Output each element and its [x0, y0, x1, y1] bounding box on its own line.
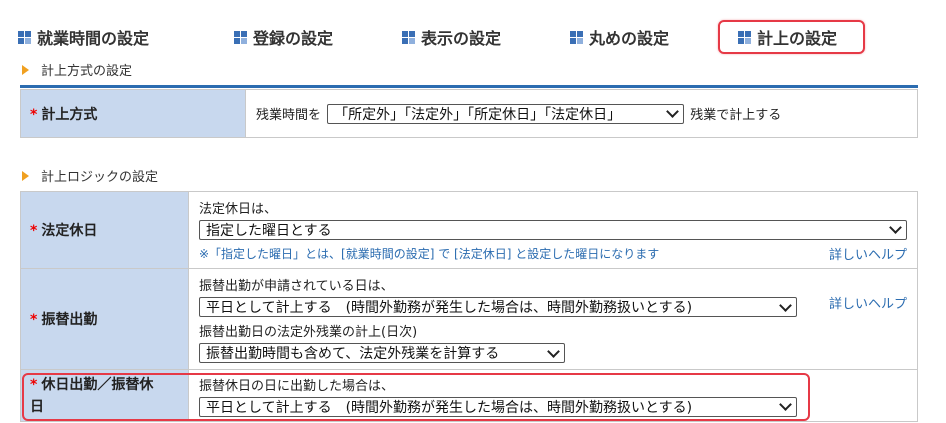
method-content-cell: 残業時間を 「所定外」「法定外」「所定休日」「法定休日」 残業で計上する	[245, 89, 918, 138]
substitute-work-select-value: 平日として計上する (時間外勤務が発生した場合は、時間外勤務扱いとする)	[206, 300, 693, 316]
section-title-text: 計上方式の設定	[41, 64, 133, 79]
logic-table: * 法定休日 法定休日は、 指定した曜日とする ※「指定した曜日」とは、[就業時間…	[20, 191, 918, 422]
method-row: * 計上方式 残業時間を 「所定外」「法定外」「所定休日」「法定休日」 残業で計上…	[20, 89, 918, 138]
tab-display[interactable]: 表示の設定	[402, 20, 501, 54]
substitute-overtime-select[interactable]: 振替出勤時間も含めて、法定外残業を計算する	[199, 343, 565, 363]
legal-holiday-select-value: 指定した曜日とする	[206, 222, 332, 239]
section-divider	[20, 85, 918, 88]
method-label: 計上方式	[41, 106, 98, 123]
substitute-work-content-cell: 振替出勤が申請されている日は、 平日として計上する (時間外勤務が発生した場合は…	[188, 268, 918, 370]
holiday-work-label-cell: * 休日出勤／振替休 日	[20, 369, 189, 422]
legal-holiday-desc: 法定休日は、	[199, 201, 278, 217]
tab-label: 表示の設定	[421, 29, 502, 48]
method-suffix-text: 残業で計上する	[690, 107, 782, 123]
chevron-down-icon	[889, 221, 902, 234]
legal-holiday-select[interactable]: 指定した曜日とする	[199, 219, 907, 240]
holiday-work-label-line2: 日	[30, 398, 44, 415]
bullet-triangle-icon	[22, 170, 29, 181]
required-asterisk: *	[30, 106, 38, 123]
tab-label: 登録の設定	[253, 29, 334, 48]
settings-tabs: 就業時間の設定 登録の設定 表示の設定 丸めの設定 計上の設定	[0, 0, 946, 54]
section-title-text: 計上ロジックの設定	[41, 170, 159, 185]
substitute-work-select[interactable]: 平日として計上する (時間外勤務が発生した場合は、時間外勤務扱いとする)	[199, 297, 797, 317]
chevron-down-icon	[666, 105, 680, 118]
substitute-work-desc2: 振替出勤日の法定外残業の計上(日次)	[199, 325, 418, 340]
tab-rounding[interactable]: 丸めの設定	[570, 20, 669, 54]
required-asterisk: *	[30, 312, 38, 328]
holiday-work-desc: 振替休日の日に出勤した場合は、	[199, 378, 395, 394]
chevron-down-icon	[547, 344, 560, 358]
holiday-work-content-cell: 振替休日の日に出勤した場合は、 平日として計上する (時間外勤務が発生した場合は…	[188, 369, 918, 422]
required-asterisk: *	[30, 223, 38, 239]
section-title-logic: 計上ロジックの設定	[22, 166, 158, 185]
substitute-work-desc1: 振替出勤が申請されている日は、	[199, 279, 394, 294]
grid-icon	[570, 30, 583, 44]
required-asterisk: *	[30, 376, 38, 393]
grid-icon	[738, 30, 751, 44]
legal-holiday-note: ※「指定した曜日」とは、[就業時間の設定] で [法定休日] と設定した曜日にな…	[199, 246, 660, 261]
substitute-work-row: * 振替出勤 振替出勤が申請されている日は、 平日として計上する (時間外勤務が発…	[20, 268, 918, 370]
substitute-work-label: 振替出勤	[41, 312, 98, 328]
substitute-overtime-select-value: 振替出勤時間も含めて、法定外残業を計算する	[206, 346, 500, 362]
substitute-work-label-cell: * 振替出勤	[20, 268, 189, 370]
method-select[interactable]: 「所定外」「法定外」「所定休日」「法定休日」	[327, 103, 685, 124]
chevron-down-icon	[779, 398, 792, 411]
tab-work-hours[interactable]: 就業時間の設定	[18, 20, 149, 54]
holiday-work-row: * 休日出勤／振替休 日 振替休日の日に出勤した場合は、 平日として計上する (時…	[20, 369, 918, 422]
grid-icon	[234, 30, 247, 44]
legal-holiday-help-link[interactable]: 詳しいヘルプ	[829, 244, 907, 263]
method-prefix-text: 残業時間を	[256, 107, 322, 123]
tab-label: 計上の設定	[757, 29, 838, 48]
tab-accounting[interactable]: 計上の設定	[718, 20, 866, 54]
grid-icon	[18, 30, 31, 44]
legal-holiday-row: * 法定休日 法定休日は、 指定した曜日とする ※「指定した曜日」とは、[就業時間…	[20, 191, 918, 269]
grid-icon	[402, 30, 415, 44]
legal-holiday-content-cell: 法定休日は、 指定した曜日とする ※「指定した曜日」とは、[就業時間の設定] で…	[188, 191, 918, 269]
holiday-work-label-line1: 休日出勤／振替休	[41, 376, 154, 393]
holiday-work-select[interactable]: 平日として計上する (時間外勤務が発生した場合は、時間外勤務扱いとする)	[199, 396, 797, 417]
legal-holiday-label-cell: * 法定休日	[20, 191, 189, 269]
method-table: * 計上方式 残業時間を 「所定外」「法定外」「所定休日」「法定休日」 残業で計上…	[20, 89, 918, 138]
bullet-triangle-icon	[22, 64, 29, 75]
holiday-work-select-value: 平日として計上する (時間外勤務が発生した場合は、時間外勤務扱いとする)	[206, 399, 693, 416]
legal-holiday-label: 法定休日	[41, 223, 98, 239]
method-select-value: 「所定外」「法定外」「所定休日」「法定休日」	[334, 106, 622, 123]
tab-registration[interactable]: 登録の設定	[234, 20, 333, 54]
tab-label: 丸めの設定	[589, 29, 670, 48]
substitute-work-help-link[interactable]: 詳しいヘルプ	[829, 293, 907, 312]
method-label-cell: * 計上方式	[20, 89, 246, 138]
section-title-method: 計上方式の設定	[22, 60, 132, 79]
tab-label: 就業時間の設定	[37, 29, 150, 48]
chevron-down-icon	[779, 298, 792, 312]
